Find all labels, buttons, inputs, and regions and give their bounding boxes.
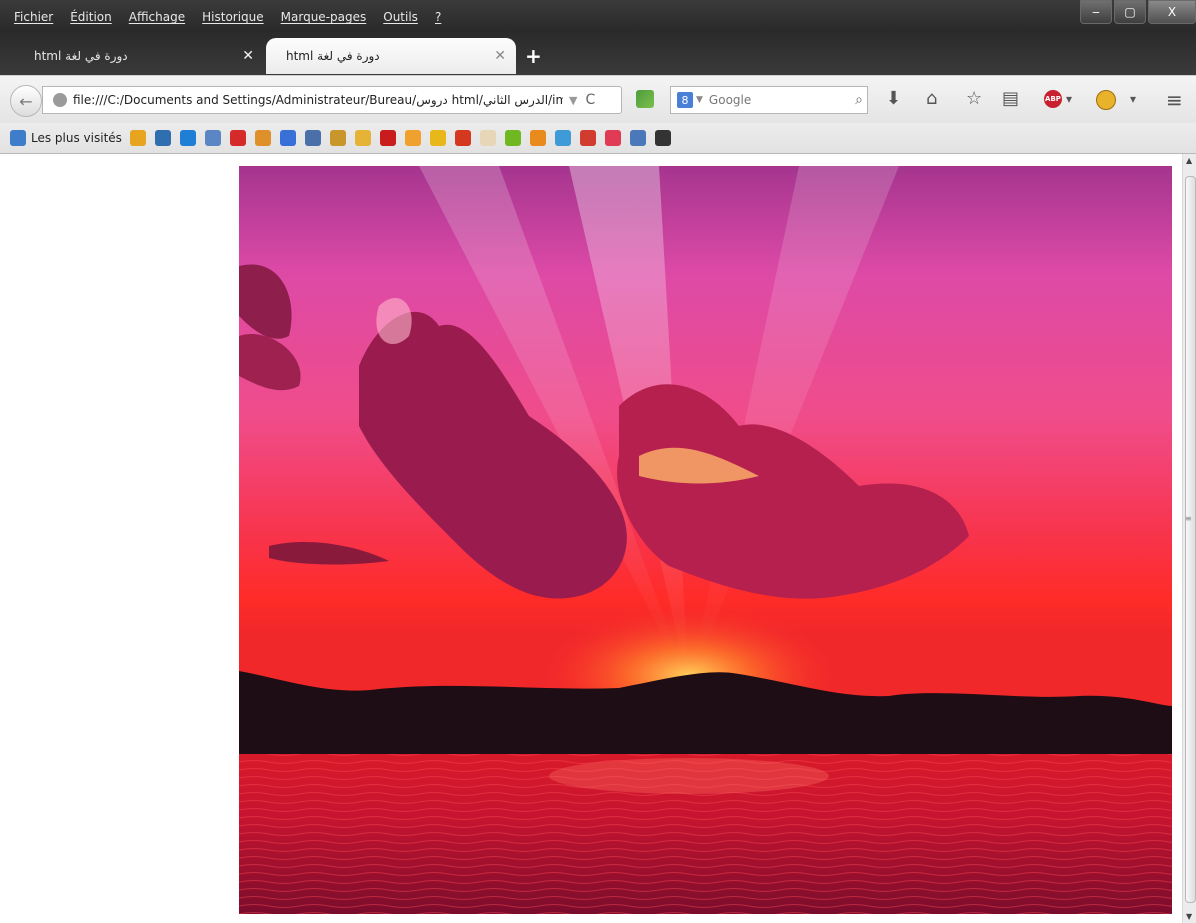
search-engine-dropdown-icon[interactable]: ▼	[696, 95, 703, 105]
menu-fichier[interactable]: Fichier	[14, 10, 53, 24]
back-button[interactable]: ←	[10, 85, 42, 117]
close-window-button[interactable]: X	[1148, 0, 1196, 24]
sunset-photo-graphic	[239, 166, 1172, 914]
s-circle-icon[interactable]	[604, 130, 621, 146]
menu-affichage[interactable]: Affichage	[129, 10, 185, 24]
vertical-scrollbar[interactable]: ▲ ≡ ▼	[1182, 154, 1196, 923]
navigation-toolbar: ← file:///C:/Documents and Settings/Admi…	[0, 75, 1196, 124]
amazon-icon[interactable]	[404, 130, 421, 146]
blue-square-icon[interactable]	[154, 130, 171, 146]
minimize-button[interactable]: ‒	[1080, 0, 1112, 24]
fire-icon[interactable]	[529, 130, 546, 146]
most-visited-label[interactable]: Les plus visités	[31, 131, 122, 145]
search-input[interactable]: Google	[709, 93, 751, 107]
tab-close-icon[interactable]: ✕	[494, 48, 506, 64]
darty-icon[interactable]	[454, 130, 471, 146]
url-text[interactable]: file:///C:/Documents and Settings/Admini…	[73, 93, 563, 107]
page-content	[0, 154, 1182, 923]
tab-close-icon[interactable]: ✕	[242, 48, 254, 64]
green-circle-icon[interactable]	[504, 130, 521, 146]
scroll-up-arrow-icon[interactable]: ▲	[1186, 156, 1192, 165]
window-controls: ‒ ▢ X	[1078, 0, 1196, 24]
c-red-icon[interactable]	[229, 130, 246, 146]
pen-icon[interactable]	[279, 130, 296, 146]
menu-bar: Fichier Édition Affichage Historique Mar…	[0, 0, 458, 34]
url-bar[interactable]: file:///C:/Documents and Settings/Admini…	[42, 86, 622, 114]
greasemonkey-icon[interactable]	[1096, 90, 1116, 110]
most-visited-icon[interactable]	[10, 130, 26, 146]
bookmark-favicons	[129, 130, 680, 146]
n-icon[interactable]	[204, 130, 221, 146]
red-block-icon[interactable]	[379, 130, 396, 146]
scroll-grip-icon: ≡	[1185, 514, 1192, 523]
gamepad-icon[interactable]	[554, 130, 571, 146]
bookmark-star-icon[interactable]: ☆	[966, 90, 982, 108]
download-icon[interactable]: ⬇	[886, 90, 901, 108]
sab-icon[interactable]	[129, 130, 146, 146]
circle-arrow-icon[interactable]	[179, 130, 196, 146]
shield-icon[interactable]	[329, 130, 346, 146]
menu-marque-pages[interactable]: Marque-pages	[281, 10, 367, 24]
photo-icon[interactable]	[304, 130, 321, 146]
tab-inactive[interactable]: html دورة في لغة ✕	[14, 40, 264, 72]
ebay-icon[interactable]	[354, 130, 371, 146]
search-engine-icon[interactable]: 8	[677, 92, 693, 108]
reload-icon[interactable]: C	[585, 92, 595, 108]
menu-edition[interactable]: Édition	[70, 10, 112, 24]
bookmarks-toolbar: Les plus visités	[0, 123, 1196, 154]
face-icon[interactable]	[479, 130, 496, 146]
search-bar[interactable]: 8 ▼ Google ⌕	[670, 86, 868, 114]
sunset-photo	[239, 166, 1172, 914]
home-icon[interactable]: ⌂	[926, 90, 937, 108]
people-icon[interactable]	[629, 130, 646, 146]
tab-label: html دورة في لغة	[34, 49, 128, 63]
menu-help[interactable]: ?	[435, 10, 441, 24]
hamburger-menu-icon[interactable]: ≡	[1166, 88, 1183, 112]
adblock-icon[interactable]: ABP	[1044, 90, 1062, 108]
bookmarks-list-icon[interactable]: ▤	[1002, 90, 1019, 108]
menu-historique[interactable]: Historique	[202, 10, 264, 24]
tab-strip: html دورة في لغة ✕ html دورة في لغة ✕ +	[0, 36, 1196, 74]
new-tab-button[interactable]: +	[525, 44, 542, 68]
h-script-icon[interactable]	[654, 130, 671, 146]
gmail-icon[interactable]	[579, 130, 596, 146]
menu-outils[interactable]: Outils	[383, 10, 418, 24]
maximize-button[interactable]: ▢	[1114, 0, 1146, 24]
scroll-thumb[interactable]	[1185, 176, 1196, 903]
search-icon[interactable]: ⌕	[855, 92, 863, 108]
url-history-dropdown-icon[interactable]: ▼	[569, 94, 577, 107]
globe-icon	[53, 93, 67, 107]
adblock-dropdown-icon[interactable]: ▾	[1066, 90, 1072, 108]
tab-label: html دورة في لغة	[286, 49, 380, 63]
addon-icon[interactable]	[636, 90, 654, 108]
greasemonkey-dropdown-icon[interactable]: ▾	[1130, 90, 1136, 108]
fnac-icon[interactable]	[429, 130, 446, 146]
tab-active[interactable]: html دورة في لغة ✕	[266, 38, 516, 74]
browser-titlebar: Fichier Édition Affichage Historique Mar…	[0, 0, 1196, 75]
leaf-icon[interactable]	[254, 130, 271, 146]
scroll-down-arrow-icon[interactable]: ▼	[1186, 912, 1192, 921]
